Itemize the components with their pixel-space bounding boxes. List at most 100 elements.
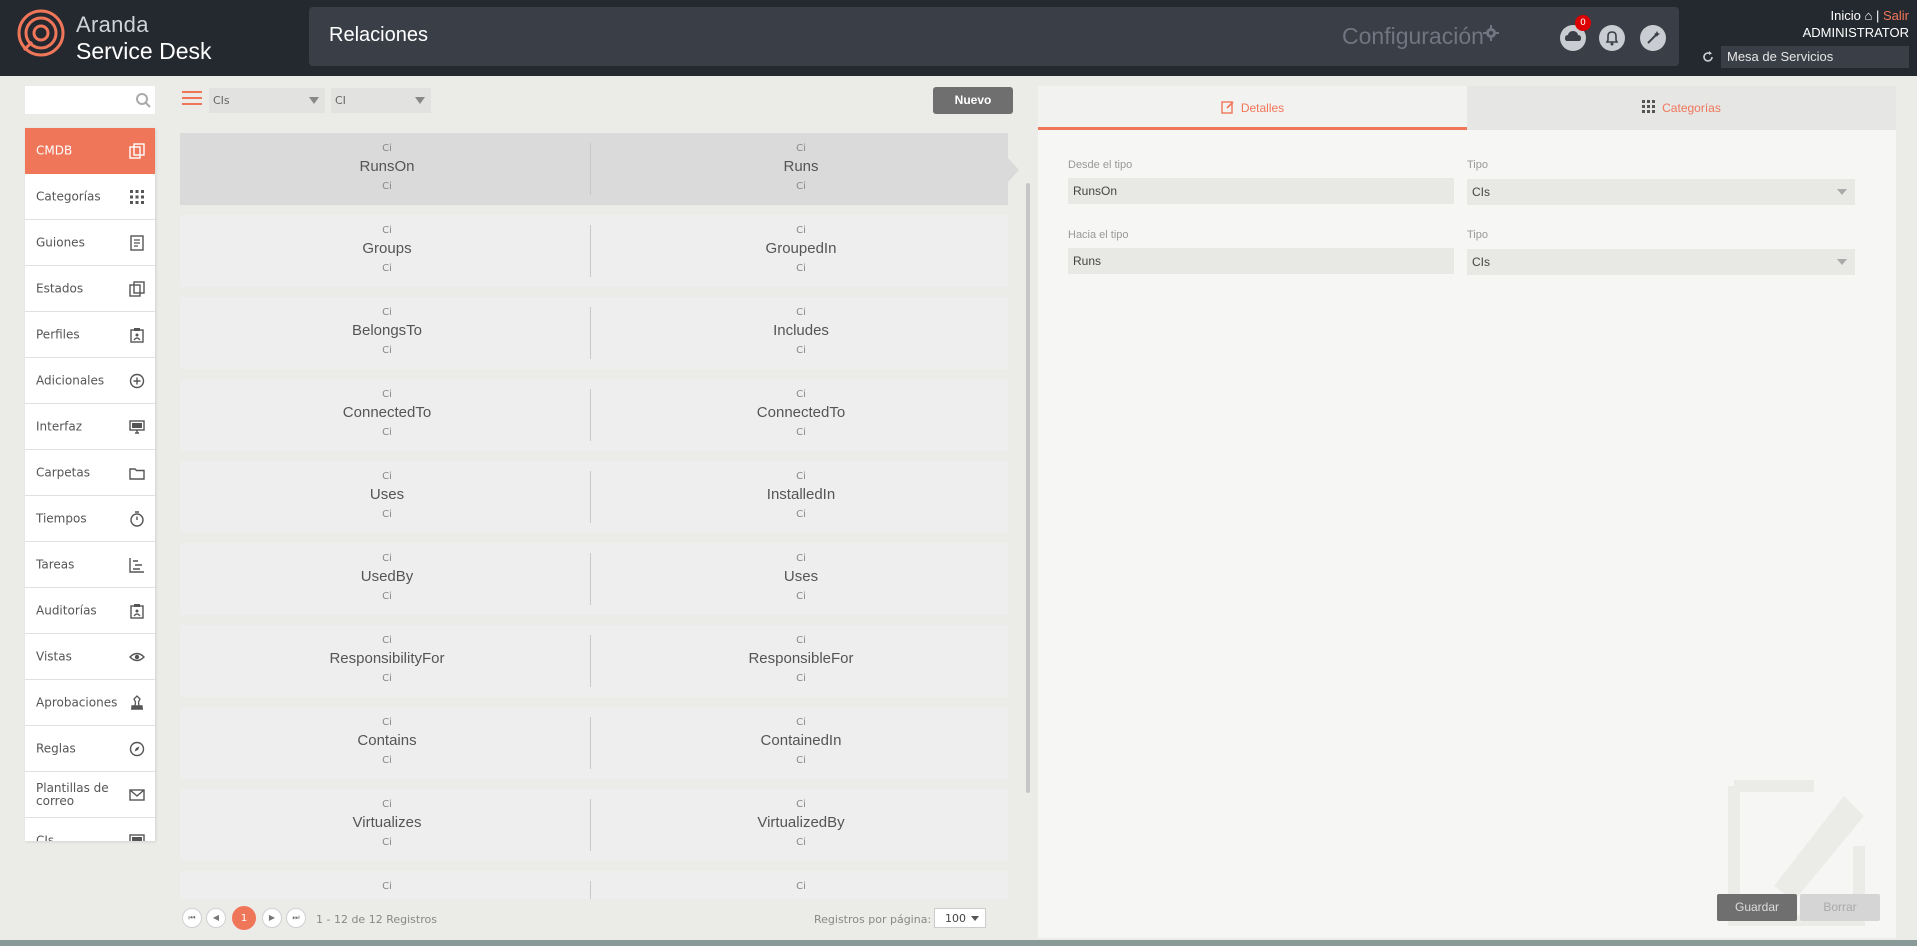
sidebar-item-interfaz[interactable]: Interfaz <box>25 404 155 450</box>
sidebar-item-perfiles[interactable]: Perfiles <box>25 312 155 358</box>
relation-row[interactable]: Ci BelongsTo Ci Ci Includes Ci <box>180 297 1008 369</box>
sidebar-item-adicionales[interactable]: Adicionales <box>25 358 155 404</box>
next-page-button[interactable]: ▶ <box>262 908 282 928</box>
sidebar-item-tareas[interactable]: Tareas <box>25 542 155 588</box>
to-type-input[interactable]: Runs <box>1068 248 1454 274</box>
search-icon[interactable] <box>135 92 151 108</box>
relation-row[interactable]: Ci Virtualizes Ci Ci VirtualizedBy Ci <box>180 789 1008 861</box>
relation-type-bottom: Ci <box>382 345 392 356</box>
relation-from: Ci Contains Ci <box>180 707 594 779</box>
sidebar-item-guiones[interactable]: Guiones <box>25 220 155 266</box>
prev-page-button[interactable]: ◀ <box>206 908 226 928</box>
sidebar-item-vistas[interactable]: Vistas <box>25 634 155 680</box>
relation-name: UsedBy <box>360 568 414 585</box>
filter-select-subtype[interactable]: CI <box>331 88 431 113</box>
from-kind-select[interactable]: CIs <box>1467 179 1855 205</box>
sidebar-item-aprobaciones[interactable]: Aprobaciones <box>25 680 155 726</box>
home-link[interactable]: Inicio <box>1831 8 1861 23</box>
bell-icon[interactable] <box>1599 25 1625 51</box>
mail-icon <box>129 789 145 801</box>
relation-type-bottom: Ci <box>382 591 392 602</box>
save-button[interactable]: Guardar <box>1717 894 1797 921</box>
sidebar-item-carpetas[interactable]: Carpetas <box>25 450 155 496</box>
sidebar-item-label: Categorías <box>36 189 101 203</box>
relation-name: Includes <box>773 322 829 339</box>
tab-categories[interactable]: Categorías <box>1467 86 1896 130</box>
relation-type-top: Ci <box>382 471 392 482</box>
home-icon[interactable]: ⌂ <box>1864 8 1872 23</box>
copy-icon <box>129 143 145 159</box>
new-button[interactable]: Nuevo <box>933 87 1013 114</box>
tab-details[interactable]: Detalles <box>1038 86 1467 130</box>
relation-from: Ci ResponsibilityFor Ci <box>180 625 594 697</box>
eye-icon <box>129 652 145 662</box>
relation-to: Ci InstalledIn Ci <box>594 461 1008 533</box>
current-page-button[interactable]: 1 <box>232 906 256 930</box>
relation-row[interactable]: Ci UsedBy Ci Ci Uses Ci <box>180 543 1008 615</box>
relation-row[interactable]: Ci Groups Ci Ci GroupedIn Ci <box>180 215 1008 287</box>
service-desk-selector[interactable]: Mesa de Servicios <box>1721 46 1909 68</box>
sidebar-item-auditor-as[interactable]: Auditorías <box>25 588 155 634</box>
list-scrollbar[interactable] <box>1026 183 1030 793</box>
relation-to: Ci <box>594 871 1008 899</box>
relation-type-top: Ci <box>382 553 392 564</box>
sidebar-item-cis[interactable]: CIs <box>25 818 155 841</box>
config-link[interactable]: Configuración <box>1342 23 1484 50</box>
from-type-input[interactable]: RunsOn <box>1068 178 1454 204</box>
row-divider <box>590 553 591 605</box>
filter-select-subtype-value: CI <box>335 94 346 107</box>
relation-row[interactable]: Ci Uses Ci Ci InstalledIn Ci <box>180 461 1008 533</box>
last-page-button[interactable]: ⏭ <box>286 908 306 928</box>
sidebar-item-label: Reglas <box>36 741 76 755</box>
edit-icon <box>1221 101 1234 114</box>
chevron-down-icon <box>971 916 979 921</box>
brand-name: Aranda <box>76 12 149 37</box>
tab-categories-label: Categorías <box>1662 101 1721 115</box>
relation-to: Ci VirtualizedBy Ci <box>594 789 1008 861</box>
relation-row[interactable]: Ci RunsOn Ci Ci Runs Ci <box>180 133 1008 205</box>
sidebar-item-categor-as[interactable]: Categorías <box>25 174 155 220</box>
stopwatch-icon <box>130 511 144 527</box>
relation-to: Ci Uses Ci <box>594 543 1008 615</box>
logout-link[interactable]: Salir <box>1883 8 1909 23</box>
refresh-icon[interactable] <box>1701 50 1715 64</box>
per-page-label: Registros por página: <box>814 913 932 926</box>
row-divider <box>590 471 591 523</box>
magic-wand-icon[interactable] <box>1640 25 1666 51</box>
relation-type-top: Ci <box>382 307 392 318</box>
sidebar-item-reglas[interactable]: Reglas <box>25 726 155 772</box>
relation-from: Ci <box>180 871 594 899</box>
filter-select-type[interactable]: CIs <box>209 88 325 113</box>
sidebar-item-tiempos[interactable]: Tiempos <box>25 496 155 542</box>
sidebar-item-estados[interactable]: Estados <box>25 266 155 312</box>
first-page-button[interactable]: ⏮ <box>182 908 202 928</box>
details-tabs: Detalles Categorías <box>1038 86 1896 130</box>
relation-row[interactable]: Ci ResponsibilityFor Ci Ci ResponsibleFor Ci <box>180 625 1008 697</box>
relation-name: ConnectedTo <box>342 404 432 421</box>
relation-type-top: Ci <box>796 799 806 810</box>
relation-type-top: Ci <box>382 717 392 728</box>
notification-badge: 0 <box>1575 15 1591 31</box>
hamburger-menu-icon[interactable] <box>182 91 202 107</box>
relation-row[interactable]: Ci ConnectedTo Ci Ci ConnectedTo Ci <box>180 379 1008 451</box>
relation-type-top: Ci <box>796 881 806 892</box>
relation-to: Ci ResponsibleFor Ci <box>594 625 1008 697</box>
delete-button[interactable]: Borrar <box>1800 894 1880 921</box>
relation-row[interactable]: Ci Ci <box>180 871 1008 899</box>
gear-icon[interactable] <box>1483 25 1499 41</box>
plus-circle-icon <box>129 373 145 389</box>
aranda-logo[interactable]: Aranda Service Desk <box>16 8 316 64</box>
relation-type-bottom: Ci <box>382 427 392 438</box>
grid-icon <box>130 190 144 204</box>
sidebar-search-input[interactable] <box>25 86 155 114</box>
sidebar-item-cmdb[interactable]: CMDB <box>25 128 155 174</box>
sidebar-item-plantillas-de-correo[interactable]: Plantillas de correo <box>25 772 155 818</box>
sidebar-item-label: Auditorías <box>36 603 97 617</box>
to-kind-select[interactable]: CIs <box>1467 249 1855 275</box>
relation-row[interactable]: Ci Contains Ci Ci ContainedIn Ci <box>180 707 1008 779</box>
per-page-select[interactable]: 100 <box>934 908 986 928</box>
tasks-icon <box>129 558 144 573</box>
monitor-icon <box>129 420 145 434</box>
stamp-icon <box>131 695 143 710</box>
relation-type-bottom: Ci <box>796 755 806 766</box>
